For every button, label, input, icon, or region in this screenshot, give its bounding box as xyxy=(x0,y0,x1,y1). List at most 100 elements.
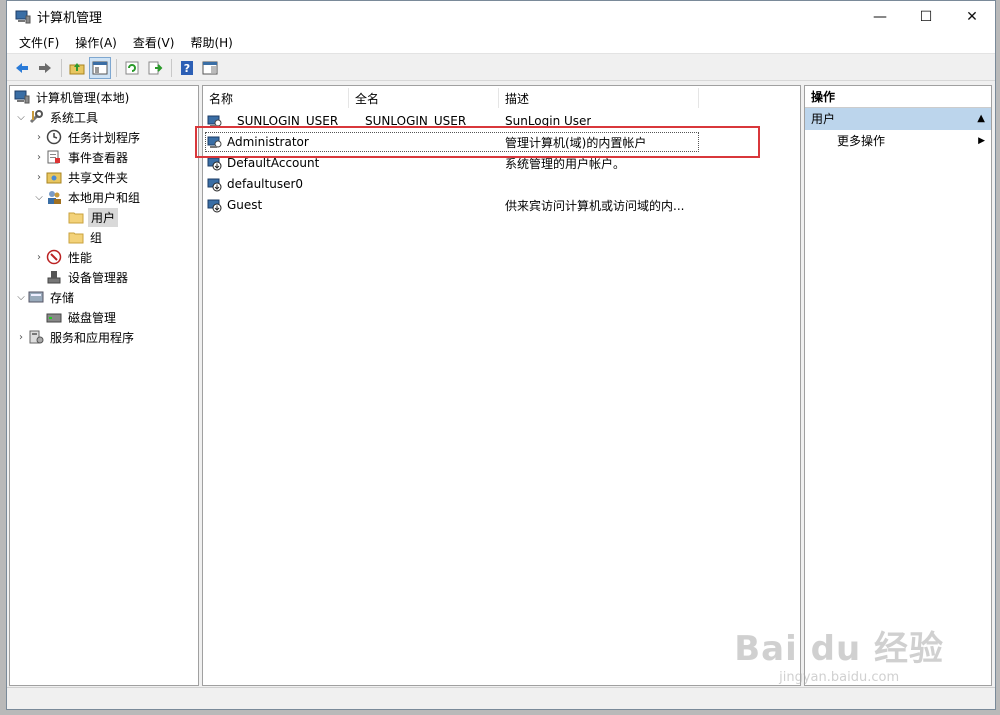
maximize-button[interactable]: ☐ xyxy=(903,1,949,32)
tree-label-root: 计算机管理(本地) xyxy=(36,90,130,105)
forward-button[interactable] xyxy=(34,57,56,79)
tree-item-device-manager[interactable]: 设备管理器 xyxy=(46,267,130,287)
cell-name: defaultuser0 xyxy=(227,177,304,191)
cell-description: 供来宾访问计算机或访问域的内... xyxy=(505,198,685,213)
back-button[interactable] xyxy=(11,57,33,79)
device-manager-icon xyxy=(46,269,62,285)
performance-icon xyxy=(46,249,62,265)
status-bar xyxy=(7,687,995,709)
folder-icon xyxy=(68,209,84,225)
more-actions-item[interactable]: 更多操作 ▶ xyxy=(805,130,991,152)
forward-arrow-icon xyxy=(39,62,51,73)
chevron-down-icon[interactable]: ⌵ xyxy=(32,192,46,203)
cell-name: DefaultAccount xyxy=(227,156,320,170)
toolbar: ? xyxy=(7,55,995,81)
more-actions-label: 更多操作 xyxy=(837,134,886,148)
tree-item-event-viewer[interactable]: › 事件查看器 xyxy=(32,147,130,167)
menu-bar: 文件(F) 操作(A) 查看(V) 帮助(H) xyxy=(7,32,995,54)
chevron-right-icon[interactable]: › xyxy=(32,132,46,143)
disabled-user-icon xyxy=(207,176,223,192)
disk-icon xyxy=(46,309,62,325)
refresh-icon xyxy=(125,61,139,74)
export-list-button[interactable] xyxy=(144,57,166,79)
tree-item-shared-folders[interactable]: › 共享文件夹 xyxy=(32,167,130,187)
console-tree-icon xyxy=(92,61,108,74)
svg-text:?: ? xyxy=(184,62,190,75)
chevron-down-icon[interactable]: ⌵ xyxy=(14,292,28,303)
tree-label-system-tools: 系统工具 xyxy=(50,110,99,125)
collapse-up-icon[interactable]: ▲ xyxy=(977,108,985,130)
column-header-name[interactable]: 名称 xyxy=(203,88,349,108)
tree-item-services-apps[interactable]: › 服务和应用程序 xyxy=(14,327,136,347)
computer-management-window: 计算机管理 — ☐ ✕ 文件(F) 操作(A) 查看(V) 帮助(H) ? 计算… xyxy=(6,0,996,710)
back-arrow-icon xyxy=(16,62,28,73)
console-tree-pane: 计算机管理(本地) ⌵ 系统工具 › 任务计划程序 › 事件查看器 › 共享文件… xyxy=(9,85,199,686)
tree-item-system-tools[interactable]: ⌵ 系统工具 xyxy=(14,107,100,127)
tree-item-performance[interactable]: › 性能 xyxy=(32,247,94,267)
actions-section-users[interactable]: 用户 ▲ xyxy=(805,108,991,130)
up-folder-button[interactable] xyxy=(66,57,88,79)
shared-folder-icon xyxy=(46,169,62,185)
table-row-defaultuser0[interactable]: defaultuser0 xyxy=(205,174,699,194)
column-header-fullname[interactable]: 全名 xyxy=(349,88,499,108)
column-header-description[interactable]: 描述 xyxy=(499,88,699,108)
tree-item-root[interactable]: 计算机管理(本地) xyxy=(14,87,131,107)
tree-item-users[interactable]: 用户 xyxy=(68,207,119,227)
menu-view[interactable]: 查看(V) xyxy=(125,32,183,54)
tree-label-shared-folders: 共享文件夹 xyxy=(68,170,129,185)
help-button[interactable]: ? xyxy=(176,57,198,79)
watermark-url: jingyan.baidu.com xyxy=(779,670,900,685)
tree-item-local-users-groups[interactable]: ⌵ 本地用户和组 xyxy=(32,187,142,207)
show-hide-tree-button[interactable] xyxy=(89,56,111,79)
show-action-pane-button[interactable] xyxy=(199,57,221,79)
menu-file[interactable]: 文件(F) xyxy=(11,32,67,54)
tree-item-storage[interactable]: ⌵ 存储 xyxy=(14,287,76,307)
tree-item-disk-management[interactable]: 磁盘管理 xyxy=(46,307,118,327)
table-row-guest[interactable]: Guest 供来宾访问计算机或访问域的内... xyxy=(205,195,699,215)
tree-item-groups[interactable]: 组 xyxy=(68,227,104,247)
folder-up-icon xyxy=(69,62,85,74)
disabled-user-icon xyxy=(207,197,223,213)
actions-section-label: 用户 xyxy=(811,112,836,126)
services-icon xyxy=(28,329,44,345)
close-button[interactable]: ✕ xyxy=(949,1,995,32)
export-icon xyxy=(148,61,163,74)
minimize-button[interactable]: — xyxy=(857,1,903,32)
tree-label-storage: 存储 xyxy=(50,290,75,305)
chevron-right-icon[interactable]: › xyxy=(32,252,46,263)
window-title: 计算机管理 xyxy=(37,11,103,26)
tree-label-disk-management: 磁盘管理 xyxy=(68,310,117,325)
tools-icon xyxy=(28,109,44,125)
chevron-right-icon[interactable]: › xyxy=(32,152,46,163)
users-list-pane: 名称 全名 描述 SUNLOGIN_USER SUNLOGIN_USER Sun… xyxy=(202,85,801,686)
chevron-right-icon[interactable]: › xyxy=(32,172,46,183)
users-group-icon xyxy=(46,189,62,205)
folder-icon xyxy=(68,229,84,245)
tree-label-performance: 性能 xyxy=(68,250,93,265)
tree-item-task-scheduler[interactable]: › 任务计划程序 xyxy=(32,127,142,147)
actions-header: 操作 xyxy=(805,86,991,108)
menu-help[interactable]: 帮助(H) xyxy=(182,32,240,54)
watermark-logo-text: Bai du 经验 xyxy=(734,629,944,669)
tree-label-services-apps: 服务和应用程序 xyxy=(50,330,135,345)
chevron-down-icon[interactable]: ⌵ xyxy=(14,112,28,123)
annotation-highlight-box xyxy=(195,126,760,158)
tree-label-device-manager: 设备管理器 xyxy=(68,270,129,285)
event-log-icon xyxy=(46,149,62,165)
tree-label-groups: 组 xyxy=(90,230,103,245)
refresh-button[interactable] xyxy=(121,57,143,79)
tree-label-task-scheduler: 任务计划程序 xyxy=(68,130,141,145)
tree-label-users: 用户 xyxy=(88,207,119,227)
watermark: Bai du 经验 jingyan.baidu.com xyxy=(734,621,944,685)
chevron-right-icon[interactable]: › xyxy=(14,332,28,343)
computer-management-icon xyxy=(15,9,31,25)
cell-name: Guest xyxy=(227,198,263,212)
computer-management-icon xyxy=(14,89,30,105)
clock-icon xyxy=(46,129,62,145)
menu-action[interactable]: 操作(A) xyxy=(67,32,125,54)
help-icon: ? xyxy=(181,60,193,75)
title-bar: 计算机管理 — ☐ ✕ xyxy=(7,1,995,32)
submenu-arrow-icon: ▶ xyxy=(978,136,985,146)
tree-label-event-viewer: 事件查看器 xyxy=(68,150,129,165)
action-pane-icon xyxy=(202,61,218,74)
